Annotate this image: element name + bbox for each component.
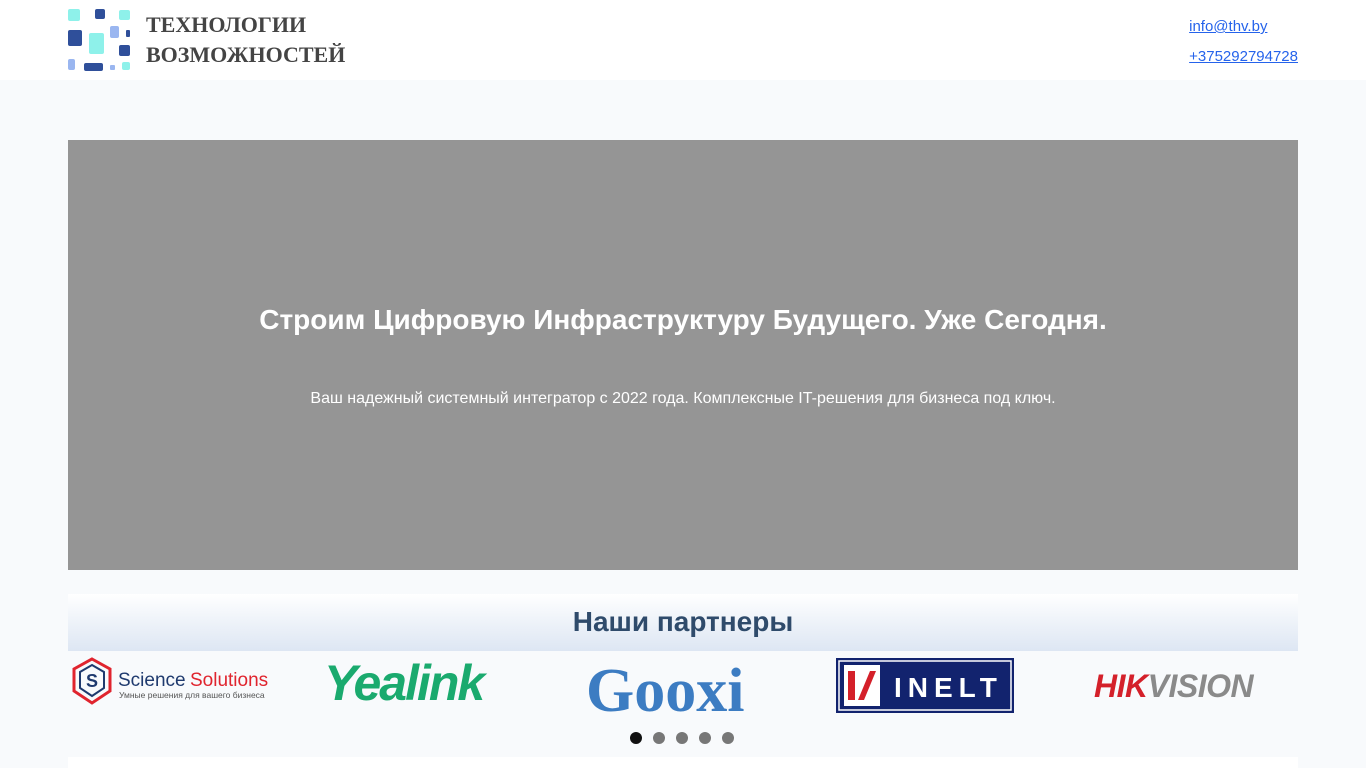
partners-carousel[interactable]: S Science Solutions Умные решения для ва… bbox=[68, 655, 1298, 725]
email-link[interactable]: info@thv.by bbox=[1189, 12, 1298, 42]
partner-logo-science-solutions[interactable]: S Science Solutions Умные решения для ва… bbox=[70, 655, 276, 717]
carousel-dot-2[interactable] bbox=[653, 732, 665, 744]
solutions-word: Solutions bbox=[190, 670, 268, 691]
carousel-dot-4[interactable] bbox=[699, 732, 711, 744]
yealink-wordmark: Yealink bbox=[324, 655, 487, 711]
partners-title: Наши партнеры bbox=[572, 606, 794, 637]
hero-banner: Строим Цифровую Инфраструктуру Будущего.… bbox=[68, 140, 1298, 570]
partner-logo-yealink[interactable]: Yealink bbox=[322, 655, 532, 717]
svg-text:HIKVISION: HIKVISION bbox=[1094, 668, 1254, 704]
inelt-wordmark: INELT bbox=[894, 672, 1003, 703]
carousel-pagination bbox=[630, 732, 740, 744]
science-word: Science bbox=[118, 670, 186, 691]
brand-line-2: ВОЗМОЖНОСТЕЙ bbox=[146, 42, 346, 67]
carousel-dot-3[interactable] bbox=[676, 732, 688, 744]
science-tagline: Умные решения для вашего бизнеса bbox=[119, 690, 265, 700]
hik-part: HIK bbox=[1094, 668, 1151, 704]
carousel-dot-5[interactable] bbox=[722, 732, 734, 744]
vision-part: VISION bbox=[1148, 668, 1255, 704]
company-logo-icon[interactable] bbox=[68, 9, 132, 73]
brand-line-1: ТЕХНОЛОГИИ bbox=[146, 12, 307, 37]
gooxi-wordmark: Gooxi bbox=[586, 657, 744, 717]
hero-title: Строим Цифровую Инфраструктуру Будущего.… bbox=[259, 304, 1107, 335]
partner-logo-inelt[interactable]: INELT bbox=[836, 655, 1014, 717]
svg-text:S: S bbox=[86, 671, 98, 691]
partner-logo-gooxi[interactable]: Gooxi bbox=[584, 655, 784, 725]
phone-link[interactable]: +375292794728 bbox=[1189, 42, 1298, 72]
site-header: ТЕХНОЛОГИИ ВОЗМОЖНОСТЕЙ info@thv.by +375… bbox=[0, 0, 1366, 80]
carousel-dot-1[interactable] bbox=[630, 732, 642, 744]
header-contacts: info@thv.by +375292794728 bbox=[1189, 12, 1298, 72]
next-section-edge bbox=[68, 757, 1298, 768]
brand-name[interactable]: ТЕХНОЛОГИИ ВОЗМОЖНОСТЕЙ bbox=[146, 10, 345, 70]
partner-logo-hikvision[interactable]: HIKVISION bbox=[1092, 655, 1298, 717]
partners-header: Наши партнеры bbox=[68, 594, 1298, 651]
hero-subtitle: Ваш надежный системный интегратор с 2022… bbox=[310, 390, 1056, 407]
